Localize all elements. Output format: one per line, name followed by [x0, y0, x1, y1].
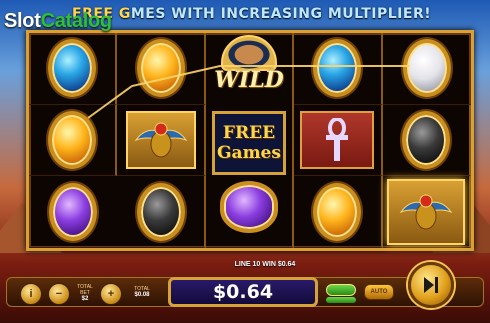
reel-cell [29, 33, 118, 105]
play-icon [424, 277, 438, 293]
wild-reel-column: WILD FREE Games [205, 33, 295, 248]
reel-cell [382, 33, 471, 105]
reel-cell [294, 176, 383, 248]
reel-cell [29, 104, 118, 177]
scarab-icon [399, 194, 453, 230]
yellow-gem-symbol [136, 39, 185, 98]
reel-cell [117, 104, 206, 177]
ankh-symbol [300, 110, 375, 169]
wild-label: WILD [214, 67, 284, 93]
purple-gem-symbol [49, 182, 98, 241]
white-gem-symbol [402, 39, 451, 98]
free-games-banner: FREE GMES WITH INCREASING MULTIPLIER! [72, 6, 432, 22]
total-bet-label: TOTAL BET [77, 284, 93, 296]
pharaoh-wild-icon [220, 35, 277, 71]
reel-cell [382, 176, 471, 248]
spin-button[interactable] [408, 262, 454, 308]
win-amount-panel: $0.64 [168, 277, 318, 307]
scarab-symbol [125, 110, 196, 169]
total-bet-display: TOTAL BET $2 [72, 284, 98, 302]
scarab-symbol [386, 178, 465, 245]
reel-grid: WILD FREE Games [26, 30, 474, 251]
reel-cell [29, 176, 118, 248]
total-display: TOTAL $0.08 [124, 286, 160, 298]
ankh-icon [326, 117, 349, 161]
line-win-text: LINE 10 WIN $0.64 [234, 261, 296, 268]
reel-cell [382, 104, 471, 177]
free-games-line1: FREE [222, 123, 276, 143]
win-amount: $0.64 [212, 281, 274, 303]
info-button[interactable]: i [20, 283, 42, 305]
slotcatalog-watermark: SlotCatalog [4, 10, 112, 32]
total-bet-value: $2 [81, 296, 89, 302]
free-games-symbol: FREE Games [211, 111, 287, 175]
total-value: $0.08 [134, 292, 150, 298]
reel-cell [117, 176, 206, 248]
auto-spin-button[interactable]: AUTO [364, 284, 394, 300]
yellow-gem-symbol [313, 182, 362, 241]
green-indicator [326, 297, 356, 303]
green-toggle-button[interactable] [326, 284, 356, 296]
reel-cell [294, 104, 383, 177]
bet-increase-button[interactable]: + [100, 283, 122, 305]
free-games-line2: Games [217, 143, 281, 163]
blue-gem-symbol [48, 39, 97, 98]
reel-cell [117, 33, 206, 105]
bet-decrease-button[interactable]: − [48, 283, 70, 305]
yellow-gem-symbol [48, 110, 97, 169]
black-gem-symbol [401, 110, 450, 169]
black-gem-symbol [136, 182, 185, 241]
reel-cell [294, 33, 383, 105]
blue-gem-symbol [313, 39, 362, 98]
purple-gem-symbol [219, 180, 279, 233]
scarab-icon [134, 122, 187, 158]
